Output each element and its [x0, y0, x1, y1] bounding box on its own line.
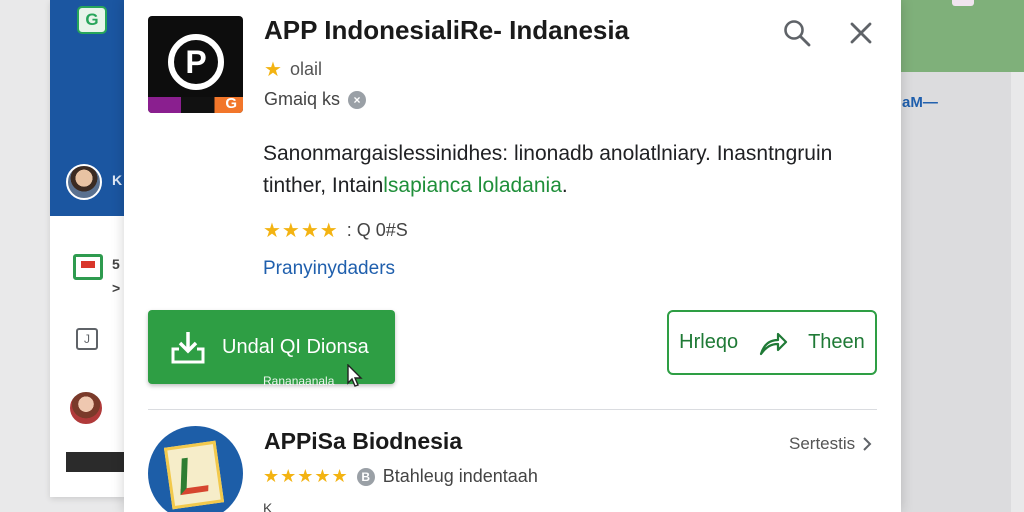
background-sidebar-text: K [112, 172, 123, 188]
background-sidebar-text: 5 [112, 256, 120, 272]
cursor-icon [347, 364, 363, 387]
related-app-title[interactable]: APPiSa Biodnesia [264, 428, 462, 455]
meta-text: Gmaiq ks [264, 89, 341, 109]
section-divider [148, 409, 877, 410]
description-highlight: lsapianca loladania [383, 174, 562, 197]
background-square-icon[interactable]: J [76, 328, 98, 350]
rating-label: olail [289, 59, 322, 79]
background-right-header [901, 0, 1024, 72]
meta-badge-icon: × [348, 90, 367, 109]
app-icon-strip: G [148, 95, 243, 113]
description-text: tinther, Intain [263, 174, 384, 197]
background-sidebar-text: > [112, 280, 121, 296]
background-avatar[interactable] [66, 164, 102, 200]
related-app-icon-art [163, 440, 225, 510]
app-description: Sanonmargaislessinidhes: linonadb anolat… [263, 138, 883, 202]
download-icon [171, 332, 205, 364]
install-button-label: Undal QI Dionsa [222, 335, 369, 358]
publisher-link[interactable]: Pranyinydaders [263, 258, 395, 280]
background-chat-icon[interactable] [73, 254, 103, 280]
app-title: APP IndonesialiRe- Indanesia [264, 15, 630, 45]
see-all-link[interactable]: Sertestis [789, 434, 873, 454]
install-subtext: Rananaanala [263, 374, 335, 388]
related-app-icon[interactable] [148, 426, 243, 512]
background-bar [66, 452, 124, 472]
search-icon[interactable] [782, 18, 812, 48]
related-app-extra: K [263, 500, 273, 512]
share-button-label: Hrleqo [679, 331, 739, 353]
description-line: tinther, Intainlsapianca loladania. [263, 170, 883, 202]
rating-row: ★★★★ : Q 0#S [263, 218, 408, 243]
star-rating-icon: ★★★★ [263, 220, 339, 242]
share-button[interactable]: Hrleqo Theen [667, 310, 877, 375]
rating-chip: ★ olail [264, 57, 322, 82]
related-app-subtitle: Btahleug indentaah [382, 466, 538, 486]
close-icon[interactable] [846, 18, 876, 48]
description-line: Sanonmargaislessinidhes: linonadb anolat… [263, 142, 833, 165]
related-badge-icon: B [356, 467, 375, 486]
rating-count: : Q 0#S [346, 220, 408, 240]
meta-row: Gmaiq ks × [264, 89, 367, 110]
chevron-right-icon [863, 437, 872, 451]
related-app-meta: ★★★★★ B Btahleug indentaah [263, 466, 538, 487]
description-text: . [561, 174, 568, 197]
background-right-text: aM— [902, 94, 938, 111]
see-all-label: Sertestis [789, 434, 856, 453]
share-icon [759, 332, 788, 355]
background-right-panel [901, 72, 1011, 512]
share-button-suffix: Theen [808, 331, 865, 353]
star-rating-icon: ★★★★★ [263, 466, 349, 486]
app-icon[interactable]: P G [148, 16, 243, 113]
background-logo-icon: G [77, 6, 107, 34]
background-avatar[interactable] [68, 390, 104, 426]
app-icon-glyph: P [185, 44, 207, 80]
star-icon: ★ [264, 59, 282, 81]
